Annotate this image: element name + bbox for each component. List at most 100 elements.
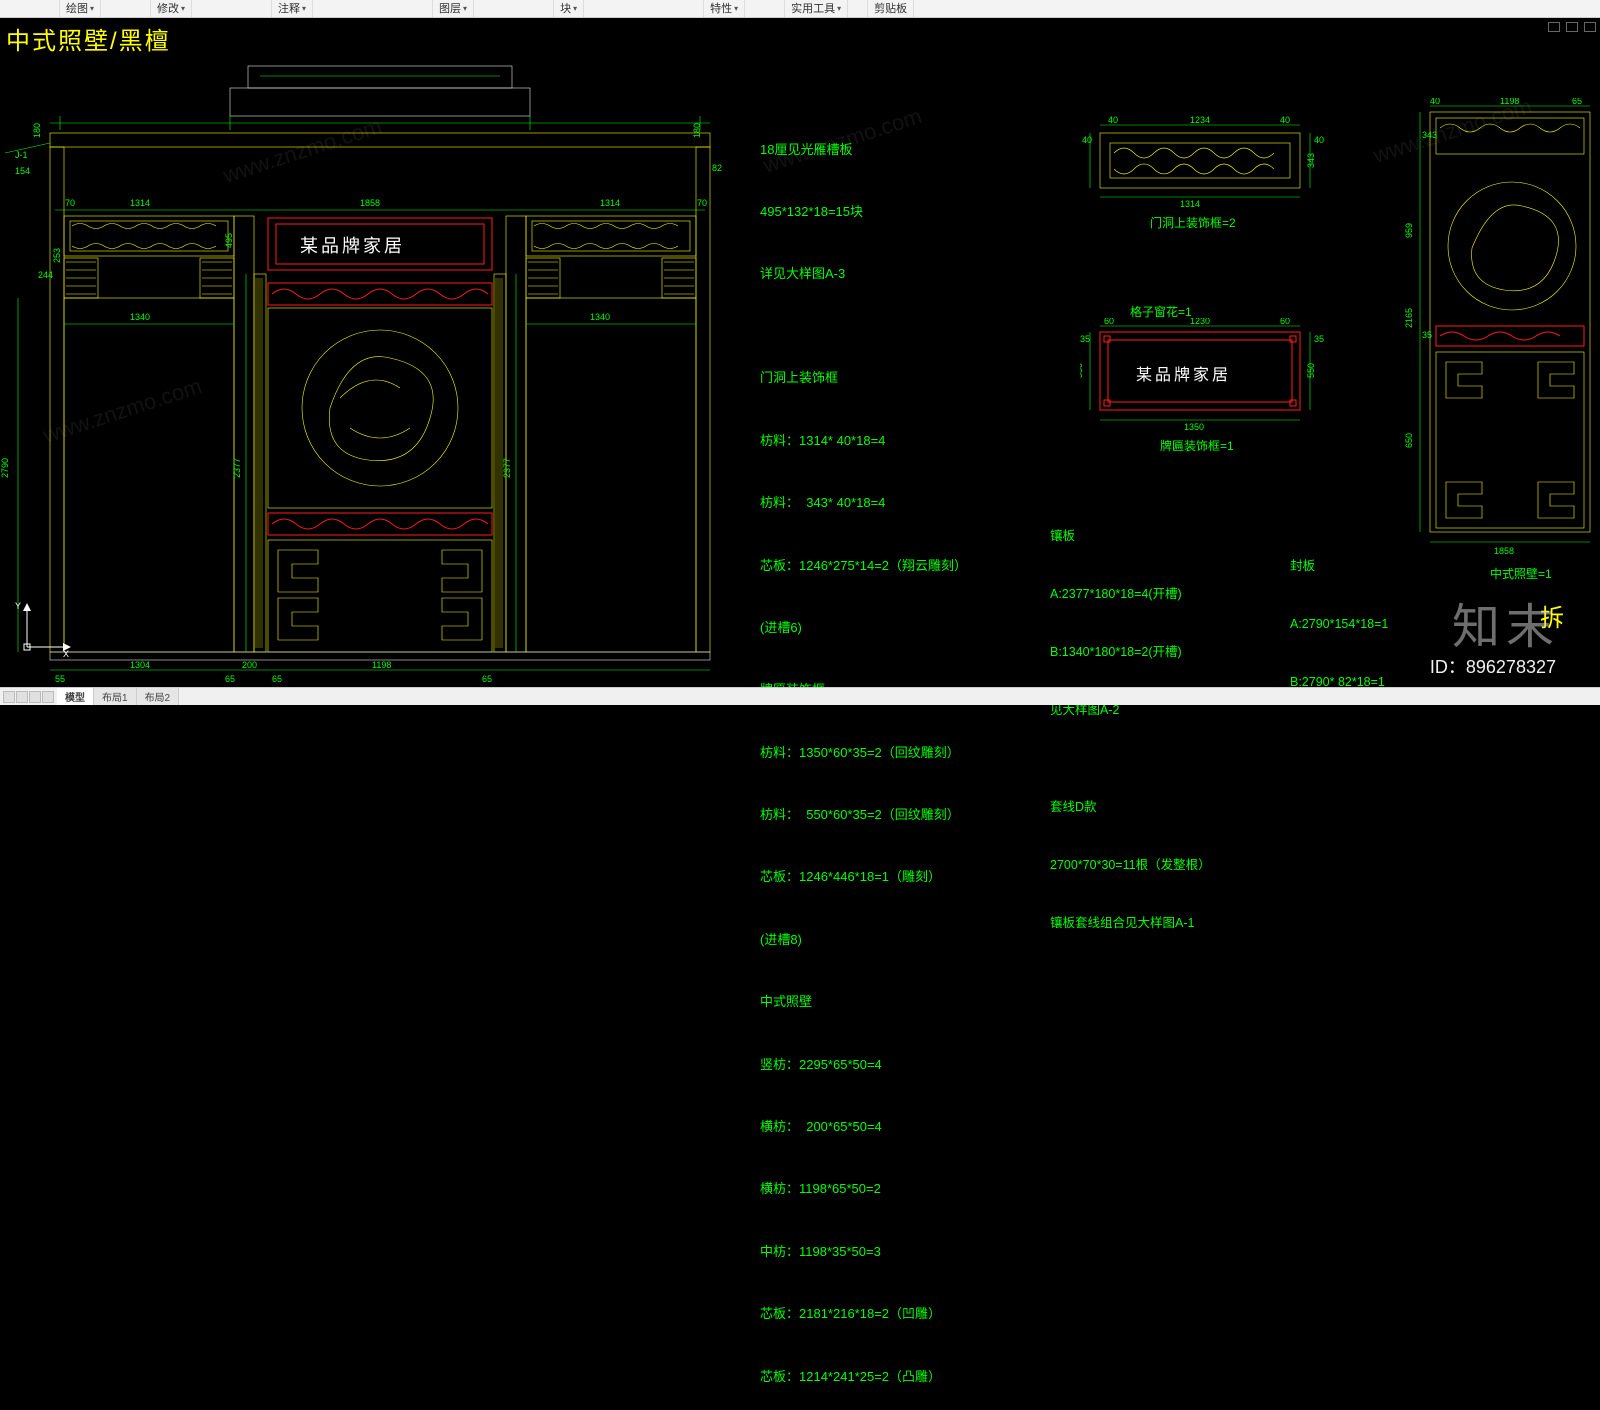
svg-text:1858: 1858 — [360, 198, 380, 208]
close-icon[interactable] — [1584, 22, 1596, 32]
tab-next-icon[interactable] — [29, 691, 41, 703]
svg-text:65: 65 — [272, 674, 282, 684]
ribbon-group-modify[interactable]: 修改▾ — [151, 0, 192, 17]
svg-text:40: 40 — [1280, 115, 1290, 125]
svg-text:1340: 1340 — [130, 312, 150, 322]
svg-text:1230: 1230 — [1190, 318, 1210, 326]
svg-text:40: 40 — [1108, 115, 1118, 125]
chevron-down-icon: ▾ — [181, 4, 185, 13]
spec-panels: 镶板 A:2377*180*18=4(开槽) B:1340*180*18=2(开… — [1050, 488, 1211, 972]
svg-text:55: 55 — [55, 674, 65, 684]
tab-last-icon[interactable] — [42, 691, 54, 703]
svg-text:495: 495 — [224, 233, 234, 248]
svg-text:70: 70 — [65, 198, 75, 208]
svg-text:180: 180 — [32, 123, 42, 138]
svg-text:2165: 2165 — [1404, 308, 1414, 328]
svg-text:1314: 1314 — [1180, 199, 1200, 209]
svg-text:35: 35 — [1080, 334, 1090, 344]
svg-text:253: 253 — [52, 248, 62, 263]
svg-text:2377: 2377 — [232, 458, 242, 478]
chevron-down-icon: ▾ — [90, 4, 94, 13]
ribbon-group-block[interactable]: 块▾ — [554, 0, 584, 17]
svg-text:35: 35 — [1422, 330, 1432, 340]
svg-text:550: 550 — [1080, 363, 1084, 378]
chevron-down-icon: ▾ — [573, 4, 577, 13]
detail-screen-section: 40 1198 65 2165 343 959 35 650 1858 中式照壁… — [1400, 98, 1600, 618]
window-controls — [1548, 22, 1596, 32]
svg-text:343: 343 — [1080, 153, 1082, 168]
svg-text:244: 244 — [38, 270, 53, 280]
svg-text:180: 180 — [692, 123, 702, 138]
svg-text:65: 65 — [1572, 98, 1582, 106]
ribbon-group-draw[interactable]: 绘图▾ — [60, 0, 101, 17]
detail-plaque: 60 1230 60 某品牌家居 35 550 550 35 1350 牌匾装饰… — [1080, 318, 1340, 478]
svg-text:1350: 1350 — [1184, 422, 1204, 432]
svg-text:X: X — [63, 649, 69, 659]
tab-nav-buttons — [0, 691, 57, 703]
tab-first-icon[interactable] — [3, 691, 15, 703]
detail-label: 牌匾装饰框=1 — [1160, 439, 1234, 453]
svg-text:1304: 1304 — [130, 660, 150, 670]
layout-tabbar: 模型 布局1 布局2 — [0, 687, 1600, 705]
drawing-title: 中式照壁/黑檀 — [6, 21, 171, 56]
minimize-icon[interactable] — [1548, 22, 1560, 32]
svg-text:200: 200 — [242, 660, 257, 670]
detail-lintel: 40 1234 40 40 343 343 40 1314 门洞上装饰框=2 — [1080, 113, 1340, 243]
carved-lintel-left — [70, 221, 228, 251]
tab-prev-icon[interactable] — [16, 691, 28, 703]
ribbon-toolbar: 绘图▾ 修改▾ 注释▾ 图层▾ 块▾ 特性▾ 实用工具▾ 剪贴板 — [0, 0, 1600, 18]
dragon-medallion — [268, 308, 492, 508]
svg-text:959: 959 — [1404, 223, 1414, 238]
plaque-text: 某品牌家居 — [300, 236, 405, 256]
svg-text:65: 65 — [225, 674, 235, 684]
detail-label: 中式照壁=1 — [1490, 566, 1552, 581]
svg-text:65: 65 — [482, 674, 492, 684]
elevation-main-drawing: J-1 154 180 1314 1858 1314 70 70 — [0, 58, 740, 688]
svg-text:70: 70 — [697, 198, 707, 208]
chevron-down-icon: ▾ — [734, 4, 738, 13]
spec-list-main: 18厘见光雁槽板 495*132*18=15块 详见大样图A-3 门洞上装饰框 … — [760, 98, 967, 1410]
ribbon-group-props[interactable]: 特性▾ — [704, 0, 745, 17]
svg-text:1198: 1198 — [1500, 98, 1519, 106]
tab-layout1[interactable]: 布局1 — [94, 688, 137, 705]
svg-text:343: 343 — [1422, 130, 1437, 140]
svg-text:40: 40 — [1314, 135, 1324, 145]
svg-text:1314: 1314 — [130, 198, 150, 208]
svg-text:1198: 1198 — [372, 660, 391, 670]
ribbon-group-utils[interactable]: 实用工具▾ — [785, 0, 848, 17]
svg-text:40: 40 — [1430, 98, 1440, 106]
svg-text:1858: 1858 — [1494, 546, 1514, 556]
ucs-icon: Y X — [15, 599, 75, 659]
svg-text:40: 40 — [1082, 135, 1092, 145]
svg-text:343: 343 — [1306, 153, 1316, 168]
detail-label: 门洞上装饰框=2 — [1150, 215, 1236, 230]
ribbon-group-annotate[interactable]: 注释▾ — [272, 0, 313, 17]
chevron-down-icon: ▾ — [463, 4, 467, 13]
svg-text:1314: 1314 — [600, 198, 620, 208]
carved-lintel-right — [532, 221, 690, 251]
plaque-text: 某品牌家居 — [1136, 366, 1231, 384]
ribbon-group-clipboard[interactable]: 剪贴板 — [868, 0, 914, 17]
maximize-icon[interactable] — [1566, 22, 1578, 32]
svg-text:2377: 2377 — [502, 458, 512, 478]
svg-text:154: 154 — [15, 166, 30, 176]
chevron-down-icon: ▾ — [302, 4, 306, 13]
watermark-id: ID：896278327 — [1430, 653, 1556, 679]
ribbon-group-layers[interactable]: 图层▾ — [433, 0, 474, 17]
svg-text:Y: Y — [15, 601, 21, 611]
dim-j1: J-1 — [15, 150, 28, 160]
chevron-down-icon: ▾ — [837, 4, 841, 13]
svg-text:1340: 1340 — [590, 312, 610, 322]
svg-text:60: 60 — [1104, 318, 1114, 326]
tab-model[interactable]: 模型 — [57, 688, 94, 705]
cad-canvas[interactable]: 中式照壁/黑檀 www.znzmo.com www.znzmo.com www.… — [0, 18, 1600, 687]
svg-text:650: 650 — [1404, 433, 1414, 448]
carved-strip-bottom — [268, 513, 492, 535]
watermark-brand: 知末 — [1452, 587, 1560, 657]
carved-strip-top — [268, 283, 492, 305]
plaque-main: 某品牌家居 — [268, 218, 492, 270]
svg-text:82: 82 — [712, 163, 722, 173]
tab-layout2[interactable]: 布局2 — [137, 688, 180, 705]
svg-text:1234: 1234 — [1190, 115, 1210, 125]
svg-text:35: 35 — [1314, 334, 1324, 344]
